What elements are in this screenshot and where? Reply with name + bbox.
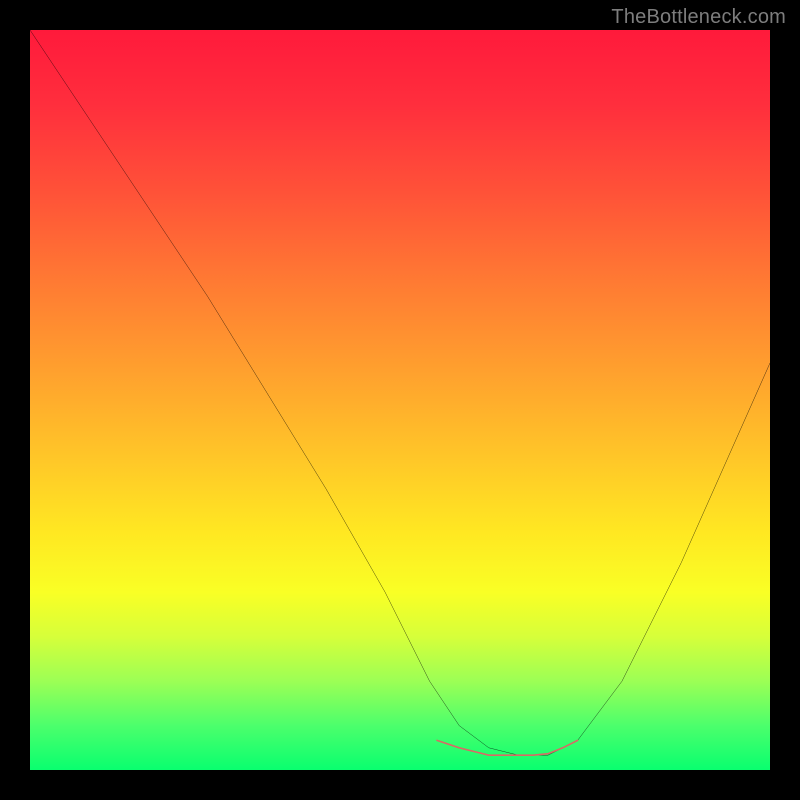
curve-svg — [30, 30, 770, 770]
watermark-text: TheBottleneck.com — [611, 6, 786, 29]
plot-area — [30, 30, 770, 770]
main-curve-path — [30, 30, 770, 755]
chart-frame: TheBottleneck.com — [0, 0, 800, 800]
highlight-bottom-path — [437, 740, 578, 755]
